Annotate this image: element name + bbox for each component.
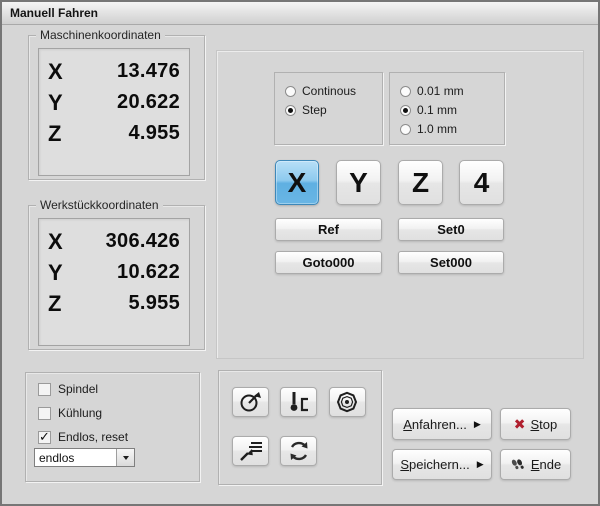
axis-label: Z (48, 121, 61, 147)
spindle-cutter-icon (335, 390, 361, 414)
axis-button-label: Z (412, 167, 429, 199)
checkbox-label: Spindel (58, 382, 98, 396)
radio-label: 0.1 mm (417, 103, 457, 117)
coordinate-row: X 13.476 (48, 56, 180, 87)
machine-coordinates-group: Maschinenkoordinaten X 13.476 Y 20.622 Z… (28, 35, 205, 180)
axis-label: Y (48, 260, 63, 286)
axis-value: 5.955 (128, 292, 180, 315)
checkbox-endlos-reset[interactable]: Endlos, reset (38, 429, 128, 445)
axis-label: X (48, 59, 63, 85)
checkbox-box[interactable] (38, 383, 51, 396)
button-label: Ref (318, 222, 339, 237)
workpiece-coordinates-group: Werkstückkoordinaten X 306.426 Y 10.622 … (28, 205, 205, 350)
set0-button[interactable]: Set0 (398, 218, 504, 241)
override-dial-button[interactable] (232, 387, 269, 417)
axis-value: 306.426 (106, 230, 180, 253)
anfahren-button[interactable]: Anfahren... ▶ (392, 408, 492, 440)
footsteps-icon (510, 458, 526, 472)
tool-actions-group (218, 370, 382, 485)
radio-step-0-1mm[interactable]: 0.1 mm (400, 102, 504, 118)
axis-value: 13.476 (117, 60, 180, 83)
axis-x-button[interactable]: X (275, 160, 319, 205)
submenu-arrow-icon: ▶ (474, 419, 481, 430)
titlebar[interactable]: Manuell Fahren (2, 2, 598, 25)
axis-z-button[interactable]: Z (398, 160, 443, 205)
axis-label: X (48, 229, 63, 255)
coordinate-row: X 306.426 (48, 226, 180, 257)
radio-dot[interactable] (285, 86, 296, 97)
button-label: Ende (531, 457, 561, 472)
park-position-button[interactable] (232, 436, 269, 466)
machine-coordinates-display: X 13.476 Y 20.622 Z 4.955 (38, 48, 190, 176)
tool-length-probe-button[interactable] (280, 387, 317, 417)
button-label: Goto000 (302, 255, 354, 270)
button-label: Anfahren... (403, 417, 467, 432)
checkbox-box[interactable] (38, 407, 51, 420)
radio-step-1-0mm[interactable]: 1.0 mm (400, 121, 504, 137)
radio-step-0-01mm[interactable]: 0.01 mm (400, 83, 504, 99)
button-label: Speichern... (400, 457, 469, 472)
radio-step[interactable]: Step (285, 102, 382, 118)
override-dial-icon (238, 390, 264, 414)
rotate-axis-button[interactable] (280, 436, 317, 466)
combobox-dropdown-button[interactable] (116, 449, 134, 466)
axis-4-button[interactable]: 4 (459, 160, 504, 205)
workpiece-coordinates-display: X 306.426 Y 10.622 Z 5.955 (38, 218, 190, 346)
axis-y-button[interactable]: Y (336, 160, 381, 205)
ende-button[interactable]: Ende (500, 449, 571, 480)
radio-label: Continous (302, 84, 356, 98)
checkbox-box[interactable] (38, 431, 51, 444)
radio-dot[interactable] (400, 86, 411, 97)
endlos-combobox[interactable]: endlos (34, 448, 135, 467)
jog-panel: Continous Step 0.01 mm 0.1 mm 1.0 mm X (216, 50, 584, 359)
window-title: Manuell Fahren (10, 6, 98, 20)
jog-mode-group: Continous Step (274, 72, 383, 145)
stop-button[interactable]: ✖ Stop (500, 408, 571, 440)
axis-label: Y (48, 90, 63, 116)
radio-label: Step (302, 103, 327, 117)
checkbox-spindel[interactable]: Spindel (38, 381, 98, 397)
rotate-axis-icon (286, 439, 312, 463)
speichern-button[interactable]: Speichern... ▶ (392, 449, 492, 480)
set000-button[interactable]: Set000 (398, 251, 504, 274)
checkbox-label: Kühlung (58, 406, 102, 420)
goto000-button[interactable]: Goto000 (275, 251, 382, 274)
step-size-group: 0.01 mm 0.1 mm 1.0 mm (389, 72, 505, 145)
coordinate-row: Y 20.622 (48, 87, 180, 118)
axis-label: Z (48, 291, 61, 317)
stop-x-icon: ✖ (514, 416, 526, 433)
button-label: Set000 (430, 255, 472, 270)
checkbox-kuehlung[interactable]: Kühlung (38, 405, 102, 421)
coordinate-row: Y 10.622 (48, 257, 180, 288)
button-label: Stop (530, 417, 557, 432)
spindle-options-group: Spindel Kühlung Endlos, reset endlos (25, 372, 200, 482)
radio-label: 1.0 mm (417, 122, 457, 136)
axis-value: 10.622 (117, 261, 180, 284)
submenu-arrow-icon: ▶ (477, 459, 484, 470)
checkbox-label: Endlos, reset (58, 430, 128, 444)
coordinate-row: Z 4.955 (48, 118, 180, 149)
radio-dot[interactable] (400, 124, 411, 135)
axis-value: 4.955 (128, 122, 180, 145)
axis-button-label: 4 (474, 167, 490, 199)
axis-button-label: X (288, 167, 307, 199)
combobox-value: endlos (35, 449, 116, 466)
tool-length-probe-icon (286, 390, 312, 414)
ref-button[interactable]: Ref (275, 218, 382, 241)
coordinate-row: Z 5.955 (48, 288, 180, 319)
button-label: Set0 (437, 222, 464, 237)
manual-drive-dialog: Manuell Fahren Maschinenkoordinaten X 13… (0, 0, 600, 506)
axis-button-label: Y (349, 167, 368, 199)
radio-label: 0.01 mm (417, 84, 464, 98)
spindle-cutter-button[interactable] (329, 387, 366, 417)
workpiece-coordinates-label: Werkstückkoordinaten (36, 198, 163, 212)
axis-value: 20.622 (117, 91, 180, 114)
radio-dot[interactable] (400, 105, 411, 116)
machine-coordinates-label: Maschinenkoordinaten (36, 28, 165, 42)
radio-dot[interactable] (285, 105, 296, 116)
radio-continous[interactable]: Continous (285, 83, 382, 99)
park-position-icon (238, 439, 264, 463)
